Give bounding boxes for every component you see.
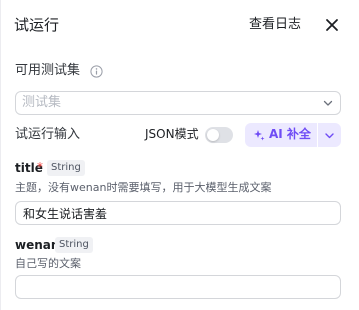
chevron-down-icon [323, 98, 333, 108]
field-title-input[interactable] [15, 201, 341, 225]
panel-header: 试运行 查看日志 [1, 0, 359, 52]
test-set-label: 可用测试集 [15, 63, 81, 78]
view-logs-button[interactable]: 查看日志 [249, 16, 301, 34]
field-wenan-input[interactable] [15, 275, 341, 299]
ai-fill-label: AI 补全 [269, 127, 311, 141]
json-mode-label: JSON模式 [145, 127, 199, 141]
required-mark: * [37, 160, 43, 174]
close-icon [322, 15, 342, 35]
field-wenan-description: 自己写的文案 [15, 257, 81, 270]
run-input-label: 试运行输入 [15, 127, 81, 142]
toggle-knob [207, 129, 219, 141]
info-icon[interactable] [90, 65, 103, 78]
json-mode-toggle[interactable] [205, 127, 233, 143]
field-wenan-name: wenan [15, 238, 60, 252]
test-set-select[interactable]: 测试集 [15, 91, 341, 115]
panel-title: 试运行 [14, 16, 60, 34]
test-set-placeholder: 测试集 [22, 95, 62, 110]
field-title-description: 主题，没有wenan时需要填写，用于大模型生成文案 [15, 181, 272, 194]
close-button[interactable] [322, 15, 342, 35]
ai-fill-button[interactable]: AI 补全 [245, 123, 317, 147]
field-title-type-tag: String [47, 160, 85, 176]
sparkle-icon [253, 129, 265, 141]
test-run-panel: 试运行 查看日志 可用测试集 测试集 试运行输入 JSON模式 AI 补全 ti… [0, 0, 359, 310]
field-wenan-type-tag: String [55, 237, 93, 253]
ai-fill-dropdown-button[interactable] [318, 123, 341, 147]
